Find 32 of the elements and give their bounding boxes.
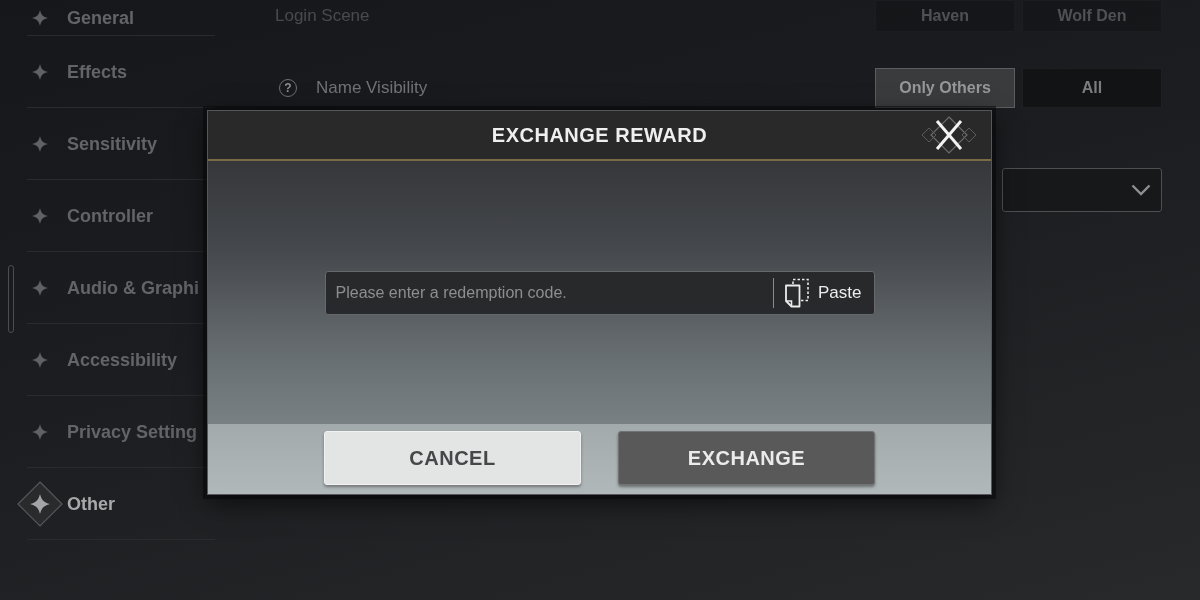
sidebar-item[interactable]: General — [14, 0, 215, 36]
scrollbar-thumb[interactable] — [8, 265, 14, 333]
option-button[interactable]: Haven — [875, 0, 1015, 32]
sparkle-icon — [32, 10, 48, 26]
sidebar-item[interactable]: Sensitivity — [14, 108, 215, 180]
chevron-down-icon — [1131, 184, 1151, 196]
sparkle-icon — [32, 352, 48, 368]
sparkle-icon — [32, 424, 48, 440]
close-icon — [919, 115, 979, 155]
sparkle-icon — [32, 208, 48, 224]
exchange-button[interactable]: EXCHANGE — [618, 431, 875, 485]
setting-label: Name Visibility — [316, 78, 428, 98]
sidebar-item[interactable]: Audio & Graphi — [14, 252, 215, 324]
option-button[interactable]: All — [1022, 68, 1162, 108]
sparkle-icon — [32, 280, 48, 296]
code-field[interactable]: Please enter a redemption code. Paste — [324, 271, 875, 315]
close-button[interactable] — [919, 115, 979, 155]
sparkle-icon — [32, 136, 48, 152]
sidebar-item[interactable]: Accessibility — [14, 324, 215, 396]
diamond-sparkle-icon — [17, 481, 63, 527]
sidebar-item[interactable]: Controller — [14, 180, 215, 252]
paste-button[interactable]: Paste — [774, 272, 874, 314]
sidebar-item[interactable]: Effects — [14, 36, 215, 108]
dialog-title: EXCHANGE REWARD — [491, 123, 708, 147]
cancel-button[interactable]: CANCEL — [324, 431, 581, 485]
option-button[interactable]: Only Others — [875, 68, 1015, 108]
sidebar-item[interactable]: Other — [14, 468, 215, 540]
sidebar-item[interactable]: Privacy Setting — [14, 396, 215, 468]
dropdown[interactable] — [1002, 168, 1162, 212]
sparkle-icon — [32, 64, 48, 80]
option-button[interactable]: Wolf Den — [1022, 0, 1162, 32]
pages-icon — [784, 278, 810, 308]
